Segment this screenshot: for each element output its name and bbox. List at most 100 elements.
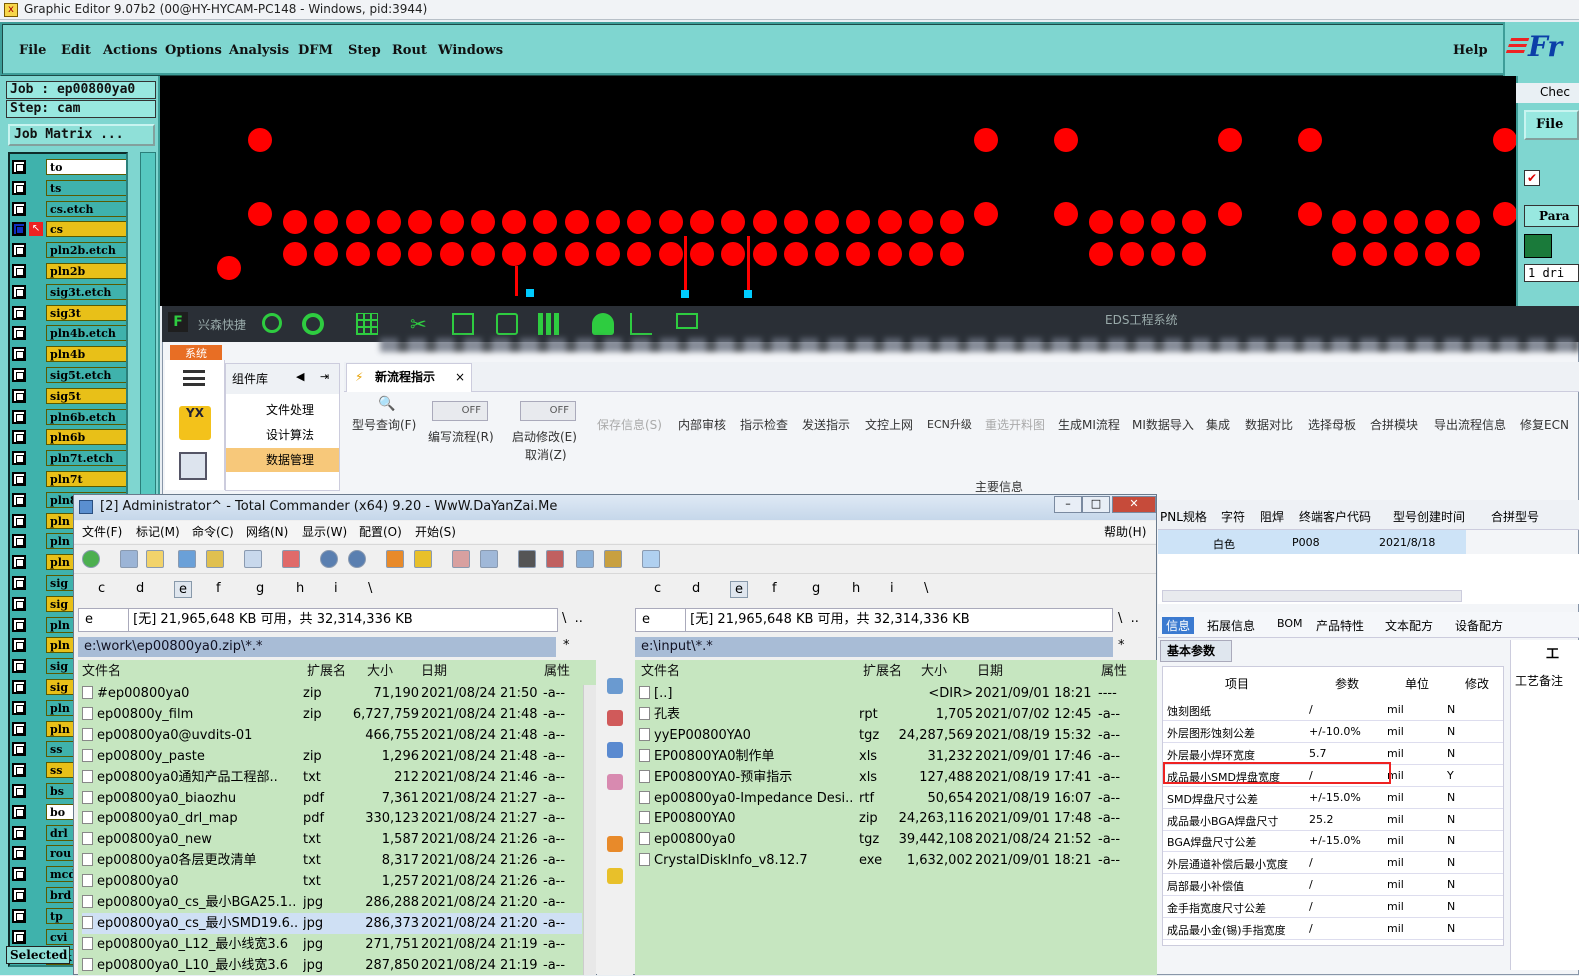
- tc-menu-mark[interactable]: 标记(M): [136, 521, 180, 543]
- layer-row[interactable]: pln7t.etch: [12, 449, 126, 467]
- file-row[interactable]: ep00800ya0 tgz 39,442,108 2021/08/24 21:52-…: [639, 829, 1139, 850]
- grid-icon[interactable]: [538, 313, 560, 335]
- layer-checkbox[interactable]: [12, 742, 26, 757]
- close-button[interactable]: ✕: [1112, 496, 1156, 513]
- calculator-icon[interactable]: [179, 452, 207, 480]
- param-row[interactable]: 成品最小BGA焊盘尺寸 25.2 mil N: [1163, 809, 1503, 831]
- brief-view-icon[interactable]: [120, 550, 138, 568]
- file-row[interactable]: CrystalDiskInfo_v8.12.7 exe 1,632,002 2021/…: [639, 850, 1139, 871]
- close-icon[interactable]: ×: [455, 364, 465, 390]
- drive-button-f[interactable]: f: [216, 581, 221, 596]
- tree-icon[interactable]: [206, 550, 224, 568]
- subtab-bom[interactable]: BOM: [1277, 617, 1303, 630]
- layer-checkbox[interactable]: [12, 284, 26, 299]
- btn-ecn-upgrade[interactable]: ECN升级: [927, 416, 972, 432]
- layer-row[interactable]: cs ↖: [12, 220, 126, 238]
- drive-button-f[interactable]: f: [772, 581, 777, 596]
- toggle-edit[interactable]: OFF: [432, 401, 488, 421]
- left-path[interactable]: e:\work\ep00800ya0.zip\*.*: [78, 637, 556, 657]
- thumbnail-icon[interactable]: [178, 550, 196, 568]
- file-row[interactable]: EP00800YA0 zip 24,263,116 2021/09/01 17:48-…: [639, 808, 1139, 829]
- grid-hscrollbar[interactable]: [1162, 590, 1462, 602]
- param-row[interactable]: 成品最小金(锡)手指宽度 / mil N: [1163, 918, 1503, 940]
- menu-windows[interactable]: Windows: [438, 43, 503, 58]
- drive-button-h[interactable]: h: [296, 581, 304, 596]
- btn-export-flow[interactable]: 导出流程信息: [1434, 416, 1506, 433]
- layer-checkbox[interactable]: [12, 825, 26, 840]
- file-row[interactable]: ep00800ya0_cs_最小BGA25.1.. jpg 286,288 2021/…: [82, 892, 582, 913]
- layer-row[interactable]: pln4b.etch: [12, 324, 126, 342]
- scissors-icon[interactable]: ✂: [410, 313, 432, 335]
- layer-checkbox[interactable]: [12, 908, 26, 923]
- layer-row[interactable]: sig3t: [12, 304, 126, 322]
- layer-checkbox[interactable]: [12, 888, 26, 902]
- drive-button-c[interactable]: c: [654, 581, 661, 596]
- file-row[interactable]: ep00800ya0_L10_最小线宽3.6 jpg 287,850 2021/08/…: [82, 955, 582, 976]
- layer-checkbox[interactable]: [12, 638, 26, 653]
- selected-button[interactable]: Selected: [6, 946, 70, 964]
- tc-menu-config[interactable]: 配置(O): [359, 521, 402, 543]
- layer-checkbox[interactable]: [12, 513, 26, 528]
- drive-button-g[interactable]: g: [812, 581, 820, 596]
- layer-checkbox[interactable]: [12, 222, 26, 237]
- url-icon[interactable]: [480, 550, 498, 568]
- drive-button-root[interactable]: \: [368, 581, 372, 596]
- btn-fix-ecn[interactable]: 修复ECN: [1520, 416, 1569, 433]
- param-row[interactable]: 外层图形蚀刻公差 +/-10.0% mil N: [1163, 721, 1503, 743]
- sync-icon[interactable]: [576, 550, 594, 568]
- menu-step[interactable]: Step: [348, 43, 381, 58]
- monitor-icon[interactable]: [676, 313, 698, 329]
- file-row[interactable]: ep00800ya0_L12_最小线宽3.6 jpg 271,751 2021/08/…: [82, 934, 582, 955]
- subtab-text[interactable]: 文本配方: [1385, 617, 1433, 634]
- btn-reselect[interactable]: 重选开料图: [985, 416, 1045, 433]
- param-row[interactable]: 外层通道补偿后最小宽度 / mil N: [1163, 852, 1503, 875]
- left-filter[interactable]: *: [563, 638, 570, 653]
- param-row[interactable]: 金手指宽度尺寸公差 / mil N: [1163, 896, 1503, 919]
- layer-checkbox[interactable]: [12, 659, 26, 674]
- drive-button-d[interactable]: d: [692, 581, 700, 596]
- drive-button-g[interactable]: g: [256, 581, 264, 596]
- drive-button-c[interactable]: c: [98, 581, 105, 596]
- back-icon[interactable]: [320, 550, 338, 568]
- pack-files-icon[interactable]: [604, 550, 622, 568]
- menu-analysis[interactable]: Analysis: [229, 43, 289, 58]
- tab-new-flow[interactable]: 新流程指示 ⚡ ×: [346, 363, 472, 392]
- btn-save-info[interactable]: 保存信息(S): [597, 416, 662, 433]
- column-header[interactable]: 属性: [544, 660, 570, 679]
- btn-integrate[interactable]: 集成: [1206, 416, 1230, 433]
- tc-menu-file[interactable]: 文件(F): [82, 521, 122, 543]
- btn-send-instruction[interactable]: 发送指示: [802, 416, 850, 433]
- left-root-button[interactable]: \ ..: [562, 611, 583, 626]
- layer-checkbox[interactable]: [12, 472, 26, 486]
- layer-checkbox[interactable]: [12, 555, 26, 570]
- drive-button-i[interactable]: i: [334, 581, 338, 596]
- layer-checkbox[interactable]: [12, 867, 26, 882]
- layer-checkbox[interactable]: [12, 368, 26, 382]
- drive-button-e[interactable]: e: [174, 581, 192, 598]
- delete-icon[interactable]: [607, 868, 623, 884]
- user-icon[interactable]: [592, 313, 614, 335]
- subtab-device[interactable]: 设备配方: [1455, 617, 1503, 634]
- subtab-info[interactable]: 信息: [1162, 617, 1195, 634]
- drive-button-root[interactable]: \: [924, 581, 928, 596]
- file-row[interactable]: 孔表 rpt 1,705 2021/07/02 12:45 -a--: [639, 704, 1139, 725]
- layer-checkbox[interactable]: [12, 680, 26, 694]
- craft-tab[interactable]: 工: [1546, 643, 1559, 662]
- right-filter[interactable]: *: [1118, 638, 1125, 653]
- file-row[interactable]: yyEP00800YA0 tgz 24,287,569 2021/08/19 15:3…: [639, 725, 1139, 746]
- layer-checkbox[interactable]: [12, 180, 26, 195]
- right-root-button[interactable]: \ ..: [1118, 611, 1139, 626]
- minimize-button[interactable]: –: [1054, 496, 1082, 513]
- btn-compare[interactable]: 数据对比: [1245, 416, 1293, 433]
- btn-doc-online[interactable]: 文控上网: [865, 416, 913, 433]
- layer-row[interactable]: to: [12, 158, 126, 176]
- hamburger-icon[interactable]: [183, 370, 205, 386]
- refresh-icon[interactable]: [82, 550, 100, 568]
- column-header[interactable]: 扩展名: [307, 660, 346, 679]
- layer-checkbox[interactable]: [12, 201, 26, 216]
- column-header[interactable]: 属性: [1101, 660, 1127, 679]
- btn-internal-review[interactable]: 内部审核: [678, 416, 726, 433]
- drive-button-h[interactable]: h: [852, 581, 860, 596]
- layer-checkbox[interactable]: [12, 617, 26, 632]
- file-row[interactable]: ep00800ya0通知产品工程部.. txt 212 2021/08/24 21:4…: [82, 767, 582, 788]
